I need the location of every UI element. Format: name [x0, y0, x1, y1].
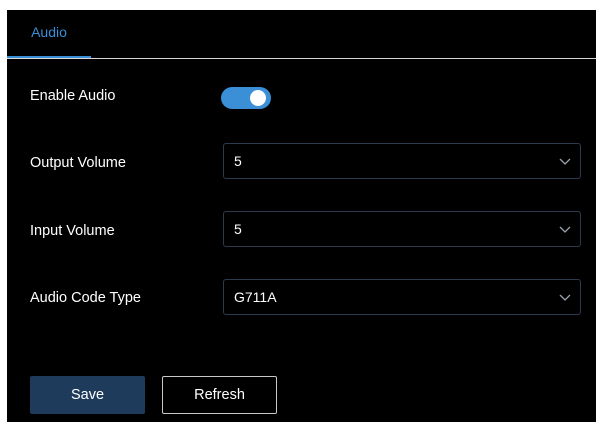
toggle-knob [250, 90, 266, 106]
enable-audio-label: Enable Audio [30, 88, 116, 104]
input-volume-select[interactable]: 5 [223, 211, 581, 247]
chevron-down-icon [559, 158, 571, 165]
audio-code-type-label: Audio Code Type [30, 290, 141, 306]
tab-audio[interactable]: Audio [7, 10, 91, 58]
audio-settings-panel: Audio Enable Audio Output Volume 5 Input… [7, 10, 596, 422]
refresh-button[interactable]: Refresh [162, 376, 277, 414]
tab-bar: Audio [7, 10, 596, 59]
chevron-down-icon [559, 294, 571, 301]
input-volume-value: 5 [234, 221, 242, 237]
audio-code-type-value: G711A [234, 289, 277, 305]
save-button[interactable]: Save [30, 376, 145, 414]
output-volume-label: Output Volume [30, 155, 126, 171]
output-volume-value: 5 [234, 153, 242, 169]
input-volume-label: Input Volume [30, 223, 115, 239]
output-volume-select[interactable]: 5 [223, 143, 581, 179]
enable-audio-toggle[interactable] [221, 87, 271, 109]
chevron-down-icon [559, 226, 571, 233]
audio-code-type-select[interactable]: G711A [223, 279, 581, 315]
